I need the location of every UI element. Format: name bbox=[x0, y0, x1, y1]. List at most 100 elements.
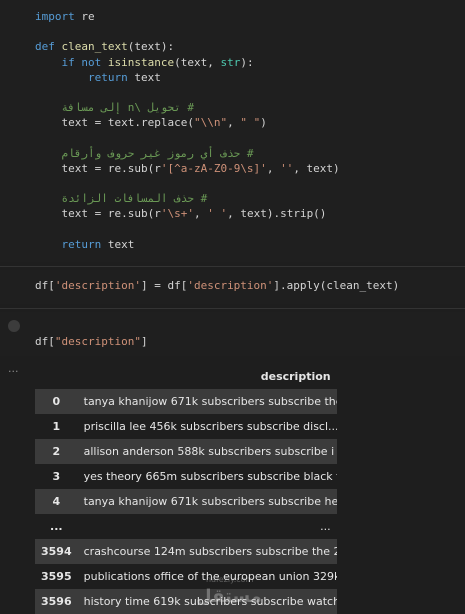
output-menu-icon[interactable]: ... bbox=[8, 362, 19, 375]
code-token: , bbox=[193, 207, 208, 221]
code-line: import re bbox=[35, 9, 340, 24]
code-editor[interactable]: df['description'] = df['description'].ap… bbox=[35, 278, 399, 293]
code-token: text bbox=[101, 237, 135, 251]
code-token: text bbox=[127, 70, 161, 84]
code-token: 'description' bbox=[187, 279, 274, 292]
code-token: if not bbox=[61, 55, 102, 69]
code-token: ].apply(clean_text) bbox=[273, 279, 400, 292]
code-line: def clean_text(text): bbox=[35, 39, 340, 54]
description-cell: tanya khanijow 671k subscribers subscrib… bbox=[77, 389, 337, 414]
code-token: (text): bbox=[127, 40, 175, 54]
code-token: # حذف أي رموز غير حروف وأرقام bbox=[61, 146, 254, 160]
row-index: 4 bbox=[35, 489, 78, 514]
row-index: 1 bbox=[35, 414, 78, 439]
code-line: return text bbox=[35, 70, 340, 85]
code-token: import bbox=[35, 10, 75, 23]
row-index: 3 bbox=[35, 464, 78, 489]
row-index: 3596 bbox=[35, 589, 78, 614]
code-token: # حذف المسافات الزائدة bbox=[61, 192, 208, 206]
code-token: , text).strip() bbox=[227, 207, 327, 221]
code-cell-show-description[interactable]: df["description"] bbox=[0, 312, 465, 356]
description-cell: ... bbox=[77, 514, 337, 539]
code-token: ] = df[ bbox=[140, 279, 188, 292]
watermark-logo: مستقل bbox=[196, 586, 262, 607]
code-cell-clean-text[interactable]: import re def clean_text(text): if not is… bbox=[0, 0, 465, 262]
table-row: ...... bbox=[35, 514, 337, 539]
code-token: (text, bbox=[174, 55, 221, 69]
description-cell: priscilla lee 456k subscribers subscribe… bbox=[77, 414, 337, 439]
row-index: ... bbox=[35, 514, 78, 539]
code-token: df[ bbox=[35, 279, 55, 292]
code-token: return bbox=[87, 70, 128, 84]
column-header-description: description bbox=[260, 370, 331, 383]
code-line: text = re.sub(r'[^a-zA-Z0-9\s]', '', tex… bbox=[35, 161, 340, 176]
code-token: def bbox=[35, 40, 55, 54]
cell-divider bbox=[0, 266, 465, 267]
table-row: 3596 history time 619k subscribers subscr… bbox=[35, 589, 337, 614]
row-index: 3595 bbox=[35, 564, 78, 589]
description-cell: crashcourse 124m subscribers subscribe t… bbox=[77, 539, 337, 564]
code-token: # تحويل \n إلى مسافة bbox=[61, 101, 194, 115]
code-token: text = re.sub(r bbox=[35, 161, 161, 175]
index-header bbox=[35, 364, 78, 389]
code-token: ): bbox=[240, 55, 254, 69]
description-cell: allison anderson 588k subscribers subscr… bbox=[77, 439, 337, 464]
code-editor[interactable]: import re def clean_text(text): if not is… bbox=[35, 9, 340, 252]
row-index: 0 bbox=[35, 389, 78, 414]
dataframe-output: description 0 tanya khanijow 671k subscri… bbox=[35, 364, 337, 614]
code-token: '\s+' bbox=[160, 207, 194, 221]
code-line: return text bbox=[35, 237, 340, 252]
code-token: ) bbox=[260, 116, 267, 130]
code-token: , bbox=[227, 116, 241, 130]
watermark-subtext: nafezly.com bbox=[206, 575, 254, 584]
row-index: 3594 bbox=[35, 539, 78, 564]
run-cell-icon[interactable] bbox=[8, 320, 20, 332]
code-token: , bbox=[266, 161, 281, 175]
table-row: 3595 publications office of the european … bbox=[35, 564, 337, 589]
code-token: clean_text bbox=[61, 40, 128, 54]
code-token: "description" bbox=[54, 335, 141, 348]
code-editor[interactable]: df["description"] bbox=[35, 334, 148, 349]
code-token: isinstance bbox=[107, 55, 175, 69]
code-line: if not isinstance(text, str): bbox=[35, 55, 340, 70]
row-index: 2 bbox=[35, 439, 78, 464]
code-line: text = re.sub(r'\s+', ' ', text).strip() bbox=[35, 206, 340, 221]
code-token: , text) bbox=[293, 161, 340, 175]
code-line: # حذف أي رموز غير حروف وأرقام bbox=[35, 146, 340, 161]
description-cell: tanya khanijow 671k subscribers subscrib… bbox=[77, 489, 337, 514]
table-row: 1 priscilla lee 456k subscribers subscrib… bbox=[35, 414, 337, 439]
code-token: str bbox=[220, 55, 241, 69]
code-line: df['description'] = df['description'].ap… bbox=[35, 278, 399, 293]
table-row: 2 allison anderson 588k subscribers subsc… bbox=[35, 439, 337, 464]
code-line: # تحويل \n إلى مسافة bbox=[35, 100, 340, 115]
code-token: df[ bbox=[35, 335, 55, 348]
table-row: 0 tanya khanijow 671k subscribers subscri… bbox=[35, 389, 337, 414]
code-token: ] bbox=[140, 335, 148, 348]
code-token: text = re.sub(r bbox=[35, 207, 161, 221]
code-token: " " bbox=[240, 116, 261, 130]
table-row: 3 yes theory 665m subscribers subscribe b… bbox=[35, 464, 337, 489]
code-token: 'description' bbox=[54, 279, 141, 292]
code-token: return bbox=[61, 237, 102, 251]
table-row: 4 tanya khanijow 671k subscribers subscri… bbox=[35, 489, 337, 514]
code-cell-apply[interactable]: df['description'] = df['description'].ap… bbox=[0, 270, 465, 304]
code-token: text = text.replace( bbox=[35, 116, 194, 130]
code-token: re bbox=[74, 10, 95, 23]
code-line: text = text.replace("\\n", " ") bbox=[35, 115, 340, 130]
code-line: df["description"] bbox=[35, 334, 148, 349]
code-line: # حذف المسافات الزائدة bbox=[35, 191, 340, 206]
code-token: '' bbox=[280, 161, 294, 175]
cell-divider bbox=[0, 308, 465, 309]
